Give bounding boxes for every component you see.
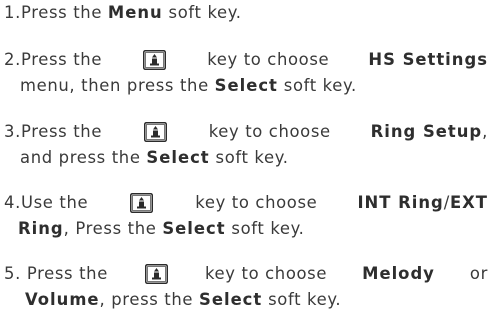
int-ring-label: INT Ring xyxy=(357,193,444,212)
step-2-lead: 2.Press the xyxy=(4,47,102,73)
step-3-lead: 3.Press the xyxy=(4,119,102,145)
step-2-text-2: menu, then press the xyxy=(20,76,215,95)
up-down-navigation-key-icon xyxy=(130,193,154,213)
step-1: 1.Press the Menu soft key. xyxy=(4,0,488,26)
step-3-text-2: and press the xyxy=(20,148,147,167)
step-1-text: Press the xyxy=(20,3,108,22)
select-key-label: Select xyxy=(162,219,226,238)
step-5-text-2: , press the xyxy=(99,290,200,309)
step-4: 4.Use the key to choose INT Ring/EXT Rin… xyxy=(4,190,488,242)
step-4-number: 4. xyxy=(4,193,21,212)
step-2-text-end: soft key. xyxy=(277,76,357,95)
step-5-lead: 5. Press the xyxy=(4,261,108,287)
ext-label: EXT xyxy=(449,193,488,212)
step-5-line-2: Volume, press the Select soft key. xyxy=(4,287,488,313)
step-1-number: 1. xyxy=(4,3,21,22)
step-4-text-mid: key to choose xyxy=(195,193,318,212)
step-5-text-mid: key to choose xyxy=(205,264,328,283)
step-2-number: 2. xyxy=(4,50,21,69)
step-3-tail: Ring Setup, xyxy=(371,119,488,145)
menu-key-label: Menu xyxy=(107,3,163,22)
select-key-label: Select xyxy=(214,76,278,95)
step-2-text-mid: key to choose xyxy=(207,50,330,69)
ring-label: Ring xyxy=(18,219,64,238)
step-2-text: Press the xyxy=(20,50,103,69)
up-down-navigation-key-icon xyxy=(143,122,167,142)
step-4-line-2: Ring, Press the Select soft key. xyxy=(4,216,488,242)
step-1-line-1: 1.Press the Menu soft key. xyxy=(4,0,488,26)
step-5: 5. Press the key to choose Melody or Vol… xyxy=(4,261,488,313)
step-4-tail: INT Ring/EXT xyxy=(357,190,488,216)
step-5-or: or xyxy=(469,264,488,283)
step-5-line-1: 5. Press the key to choose Melody or xyxy=(4,261,488,287)
step-2: 2.Press the key to choose HS Settings me… xyxy=(4,47,488,99)
step-2-line-1: 2.Press the key to choose HS Settings xyxy=(4,47,488,73)
step-4-lead: 4.Use the xyxy=(4,190,88,216)
step-3-number: 3. xyxy=(4,122,21,141)
step-3-text-end: soft key. xyxy=(209,148,289,167)
step-4-text-2: , Press the xyxy=(63,219,163,238)
step-4-line-1: 4.Use the key to choose INT Ring/EXT xyxy=(4,190,488,216)
step-5-text: Press the xyxy=(26,264,108,283)
select-key-label: Select xyxy=(146,148,210,167)
step-3-text-mid: key to choose xyxy=(208,122,331,141)
step-4-text-end: soft key. xyxy=(225,219,305,238)
step-3-text: Press the xyxy=(20,122,103,141)
up-down-navigation-key-icon xyxy=(143,50,167,70)
select-key-label: Select xyxy=(199,290,263,309)
step-1-text-end: soft key. xyxy=(162,3,242,22)
step-4-text: Use the xyxy=(20,193,89,212)
step-5-number: 5. xyxy=(4,264,21,283)
hs-settings-label: HS Settings xyxy=(368,50,488,69)
step-3-comma: , xyxy=(482,122,488,141)
up-down-navigation-key-icon xyxy=(144,264,168,284)
step-2-line-2: menu, then press the Select soft key. xyxy=(4,73,488,99)
step-3: 3.Press the key to choose Ring Setup, an… xyxy=(4,119,488,171)
melody-label: Melody xyxy=(362,264,435,283)
volume-label: Volume xyxy=(25,290,100,309)
step-3-line-1: 3.Press the key to choose Ring Setup, xyxy=(4,119,488,145)
step-5-text-end: soft key. xyxy=(262,290,342,309)
ring-setup-label: Ring Setup xyxy=(370,122,483,141)
step-3-line-2: and press the Select soft key. xyxy=(4,145,488,171)
